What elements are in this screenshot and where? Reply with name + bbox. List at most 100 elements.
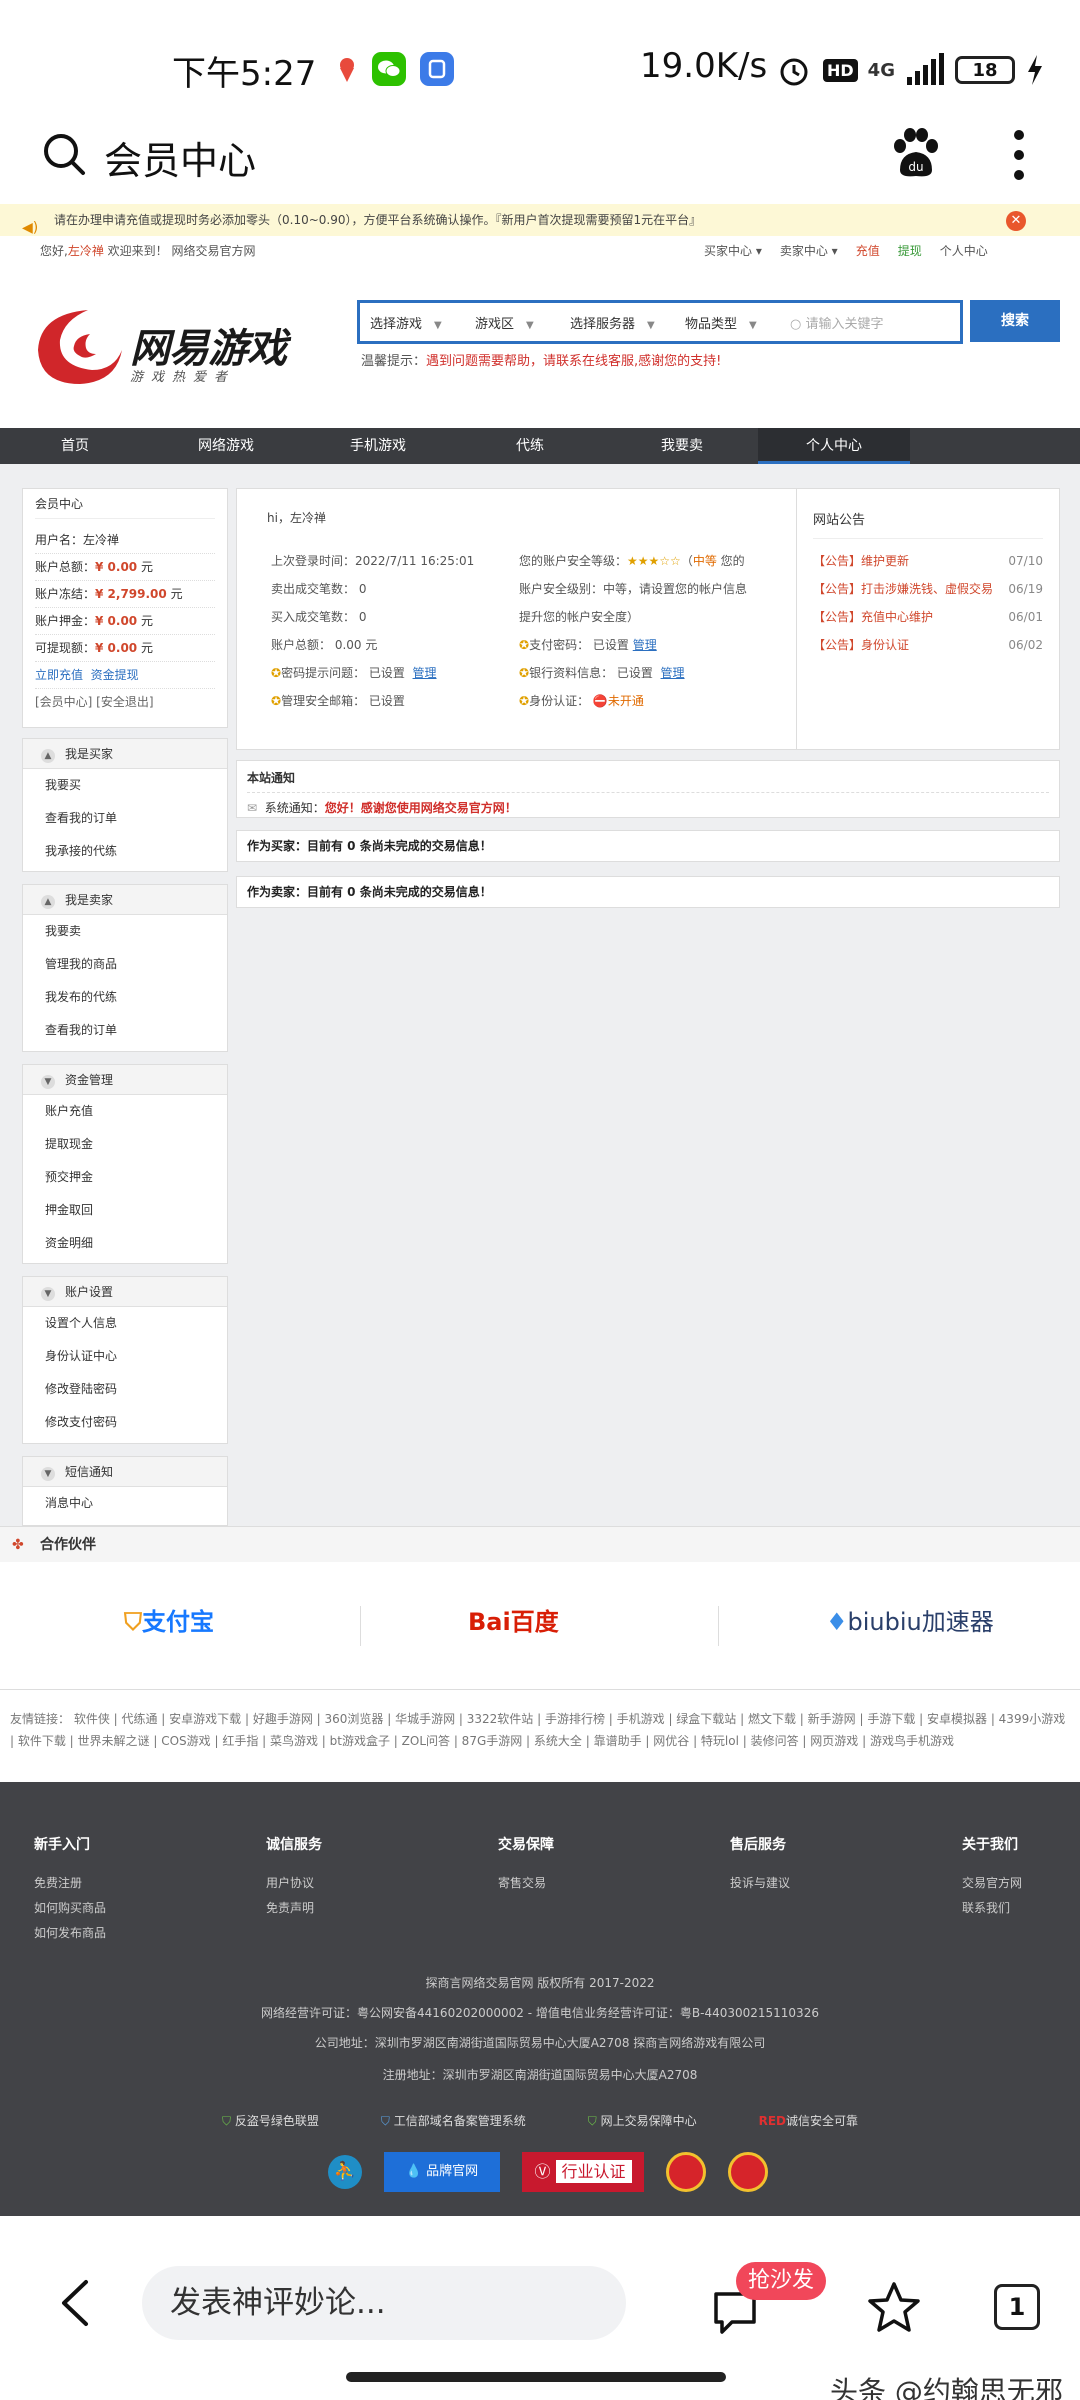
favorite-star-icon[interactable] [866,2280,922,2336]
police-emblem-icon[interactable] [666,2152,706,2192]
manage-paypw-link[interactable]: 管理 [633,638,657,652]
search-icon[interactable] [42,132,86,176]
partners-header: ✤ 合作伙伴 [0,1526,1080,1562]
footer-cert-badges: ⛹ 💧 品牌官网 Ⓥ 行业认证 [328,2152,768,2192]
recharge-now-link[interactable]: 立即充值 [35,668,83,682]
more-menu-icon[interactable] [1012,128,1026,182]
footer-link[interactable]: 如何发布商品 [34,1924,106,1949]
item-type-select[interactable]: 物品类型 ▼ [685,313,757,332]
menu-buyer-head[interactable]: ▲ 我是买家 [23,739,227,769]
menu-item-buy[interactable]: 我要买 [23,769,227,802]
greeting-username[interactable]: 左冷禅 [68,244,104,258]
footer-link[interactable]: 寄售交易 [498,1874,554,1899]
security-level: 您的账户安全等级：★★★☆☆（中等 您的 [519,554,745,568]
menu-item-recharge[interactable]: 账户充值 [23,1095,227,1128]
miit-badge[interactable]: ⛉ 工信部域名备案管理系统 [381,2112,526,2129]
security-email: ✪管理安全邮箱： 已设置 [271,694,405,708]
keyword-input[interactable]: ○ 请输入关键字 [790,313,884,332]
menu-item-pay-password[interactable]: 修改支付密码 [23,1406,227,1439]
menu-item-fund-details[interactable]: 资金明细 [23,1227,227,1260]
nav-boosting[interactable]: 代练 [454,428,606,464]
server-select[interactable]: 选择服务器 ▼ [570,313,655,332]
menu-item-message-center[interactable]: 消息中心 [23,1487,227,1520]
menu-sms-head[interactable]: ▼ 短信通知 [23,1457,227,1487]
footer-link[interactable]: 交易官方网 [962,1874,1022,1899]
menu-item-prepay-deposit[interactable]: 预交押金 [23,1161,227,1194]
footer-link[interactable]: 免责声明 [266,1899,322,1924]
menu-item-manage-goods[interactable]: 管理我的商品 [23,948,227,981]
menu-item-sell[interactable]: 我要卖 [23,915,227,948]
menu-item-retrieve-deposit[interactable]: 押金取回 [23,1194,227,1227]
sofa-badge[interactable]: 抢沙发 [736,2262,827,2300]
nav-mobile-games[interactable]: 手机游戏 [302,428,454,464]
withdraw-link[interactable]: 提现 [898,238,922,264]
close-icon[interactable]: ✕ [1006,211,1026,231]
seller-center-link[interactable]: 卖家中心 ▾ [780,238,838,264]
site-logo[interactable]: 网易游戏 游戏热爱者 [30,300,290,390]
recharge-link[interactable]: 充值 [856,238,880,264]
comment-input[interactable]: 发表神评妙论... [142,2266,626,2340]
running-man-icon[interactable]: ⛹ [328,2155,362,2189]
menu-item-identity[interactable]: 身份认证中心 [23,1340,227,1373]
menu-seller-head[interactable]: ▲ 我是卖家 [23,885,227,915]
game-select[interactable]: 选择游戏 ▼ [370,313,442,332]
nav-online-games[interactable]: 网络游戏 [150,428,302,464]
nav-sell[interactable]: 我要卖 [606,428,758,464]
footer-link[interactable]: 用户协议 [266,1874,322,1899]
integrity-badge[interactable]: RED诚信安全可靠 [759,2112,858,2129]
menu-item-personal-info[interactable]: 设置个人信息 [23,1307,227,1340]
member-title: 会员中心 [35,495,215,519]
partner-biubiu[interactable]: ♦biubiu加速器 [826,1602,994,1652]
menu-account: ▼ 账户设置 设置个人信息 身份认证中心 修改登陆密码 修改支付密码 [22,1276,228,1444]
tabs-count-button[interactable]: 1 [994,2284,1040,2330]
search-button[interactable]: 搜索 [970,300,1060,342]
footer-link[interactable]: 如何购买商品 [34,1899,106,1924]
footer-link[interactable]: 免费注册 [34,1874,106,1899]
footer-link[interactable]: 联系我们 [962,1899,1022,1924]
menu-item-login-password[interactable]: 修改登陆密码 [23,1373,227,1406]
back-arrow-icon[interactable] [58,2278,92,2328]
menu-item-posted-boosting[interactable]: 我发布的代练 [23,981,227,1014]
footer-col-guarantee: 交易保障 寄售交易 [498,1834,554,1899]
personal-center-link[interactable]: 个人中心 [940,238,988,264]
member-username: 用户名：左冷禅 [35,527,215,554]
page-title[interactable]: 会员中心 [104,130,256,185]
signal-icon [906,53,944,85]
member-total: 账户总额：¥ 0.00 元 [35,554,215,581]
partner-alipay[interactable]: ⛉支付宝 [124,1602,214,1652]
security-level-line2: 账户安全级别：中等，请设置您的帐户信息 [519,582,748,596]
footer-col-integrity: 诚信服务 用户协议 免责声明 [266,1834,322,1924]
region-select[interactable]: 游戏区 ▼ [475,313,534,332]
menu-item-my-orders[interactable]: 查看我的订单 [23,802,227,835]
system-notice: ✉ 系统通知：您好！感谢您使用网络交易官方网！ [247,801,517,815]
trade-guarantee-badge[interactable]: ⛉ 网上交易保障中心 [588,2112,697,2129]
green-alliance-badge[interactable]: ⛉ 反盗号绿色联盟 [222,2112,319,2129]
announcement-item[interactable]: 【公告】维护更新 07/10 [813,547,1043,575]
star-icon: ✪ [519,666,530,680]
manage-bank-link[interactable]: 管理 [661,666,685,680]
menu-item-seller-orders[interactable]: 查看我的订单 [23,1014,227,1047]
menu-item-withdraw[interactable]: 提取现金 [23,1128,227,1161]
menu-account-head[interactable]: ▼ 账户设置 [23,1277,227,1307]
brand-site-badge[interactable]: 💧 品牌官网 [384,2152,500,2192]
menu-funds-head[interactable]: ▼ 资金管理 [23,1065,227,1095]
menu-item-accepted-boosting[interactable]: 我承接的代练 [23,835,227,868]
baidu-paw-icon[interactable]: du [890,126,940,180]
nav-personal-center[interactable]: 个人中心 [758,428,910,464]
industry-cert-badge[interactable]: Ⓥ 行业认证 [522,2152,644,2192]
home-indicator[interactable] [346,2372,726,2382]
footer-link[interactable]: 投诉与建议 [730,1874,790,1899]
member-center-logout[interactable]: [会员中心] [安全退出] [35,689,215,716]
buyer-center-link[interactable]: 买家中心 ▾ [704,238,762,264]
friend-links[interactable]: 友情链接： 软件侠 | 代练通 | 安卓游戏下载 | 好趣手游网 | 360浏览… [0,1700,1080,1782]
announcement-item[interactable]: 【公告】身份认证 06/02 [813,631,1043,659]
identity-status[interactable]: 未开通 [608,694,644,708]
police-emblem-icon-2[interactable] [728,2152,768,2192]
nav-home[interactable]: 首页 [0,428,150,464]
announcement-item[interactable]: 【公告】充值中心维护 06/01 [813,603,1043,631]
announcement-item[interactable]: 【公告】打击涉嫌洗钱、虚假交易 06/19 [813,575,1043,603]
manage-pwq-link[interactable]: 管理 [413,666,437,680]
withdraw-funds-link[interactable]: 资金提现 [91,668,139,682]
logo-swirl-icon [38,310,122,384]
partner-baidu[interactable]: Bai百度 [468,1602,559,1652]
